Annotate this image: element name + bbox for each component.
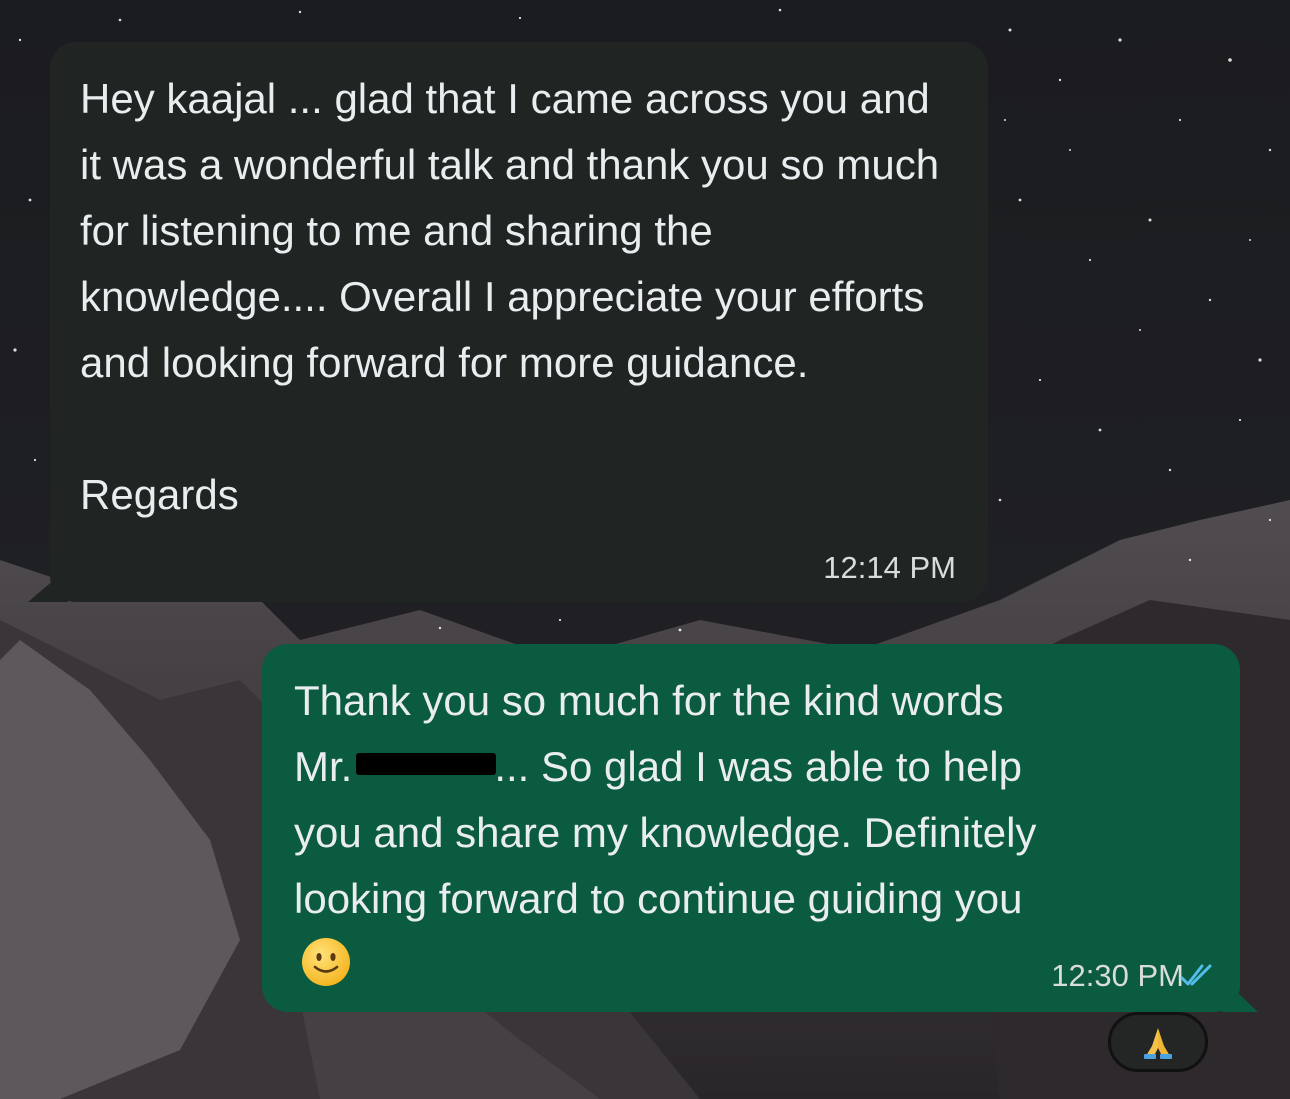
incoming-message-time: 12:14 PM [823,550,956,585]
redacted-name [356,752,497,775]
outgoing-message-bubble[interactable]: Thank you so much for the kind words Mr.… [262,644,1240,1012]
outgoing-message-line-4: looking forward to continue guiding you [294,875,1023,922]
outgoing-message-line-2: Mr. ... So glad I was able to help [294,734,1194,800]
outgoing-message-line-3: you and share my knowledge. Definitely [294,809,1037,856]
incoming-message-bubble[interactable]: Hey kaajal ... glad that I came across y… [50,42,988,602]
double-check-read-icon [1180,964,1212,986]
outgoing-line-2-suffix: ... So glad I was able to help [494,743,1022,790]
outgoing-line-2-prefix: Mr. [294,743,353,790]
outgoing-message-time: 12:30 PM [1051,958,1184,993]
slightly-smiling-face-icon [302,938,350,986]
incoming-message-signoff: Regards [80,471,239,518]
outgoing-message-line-1: Thank you so much for the kind words [294,677,1004,724]
incoming-message-text: Hey kaajal ... glad that I came across y… [80,75,951,386]
message-reaction[interactable] [1108,1012,1208,1072]
folded-hands-icon [1144,1028,1172,1059]
